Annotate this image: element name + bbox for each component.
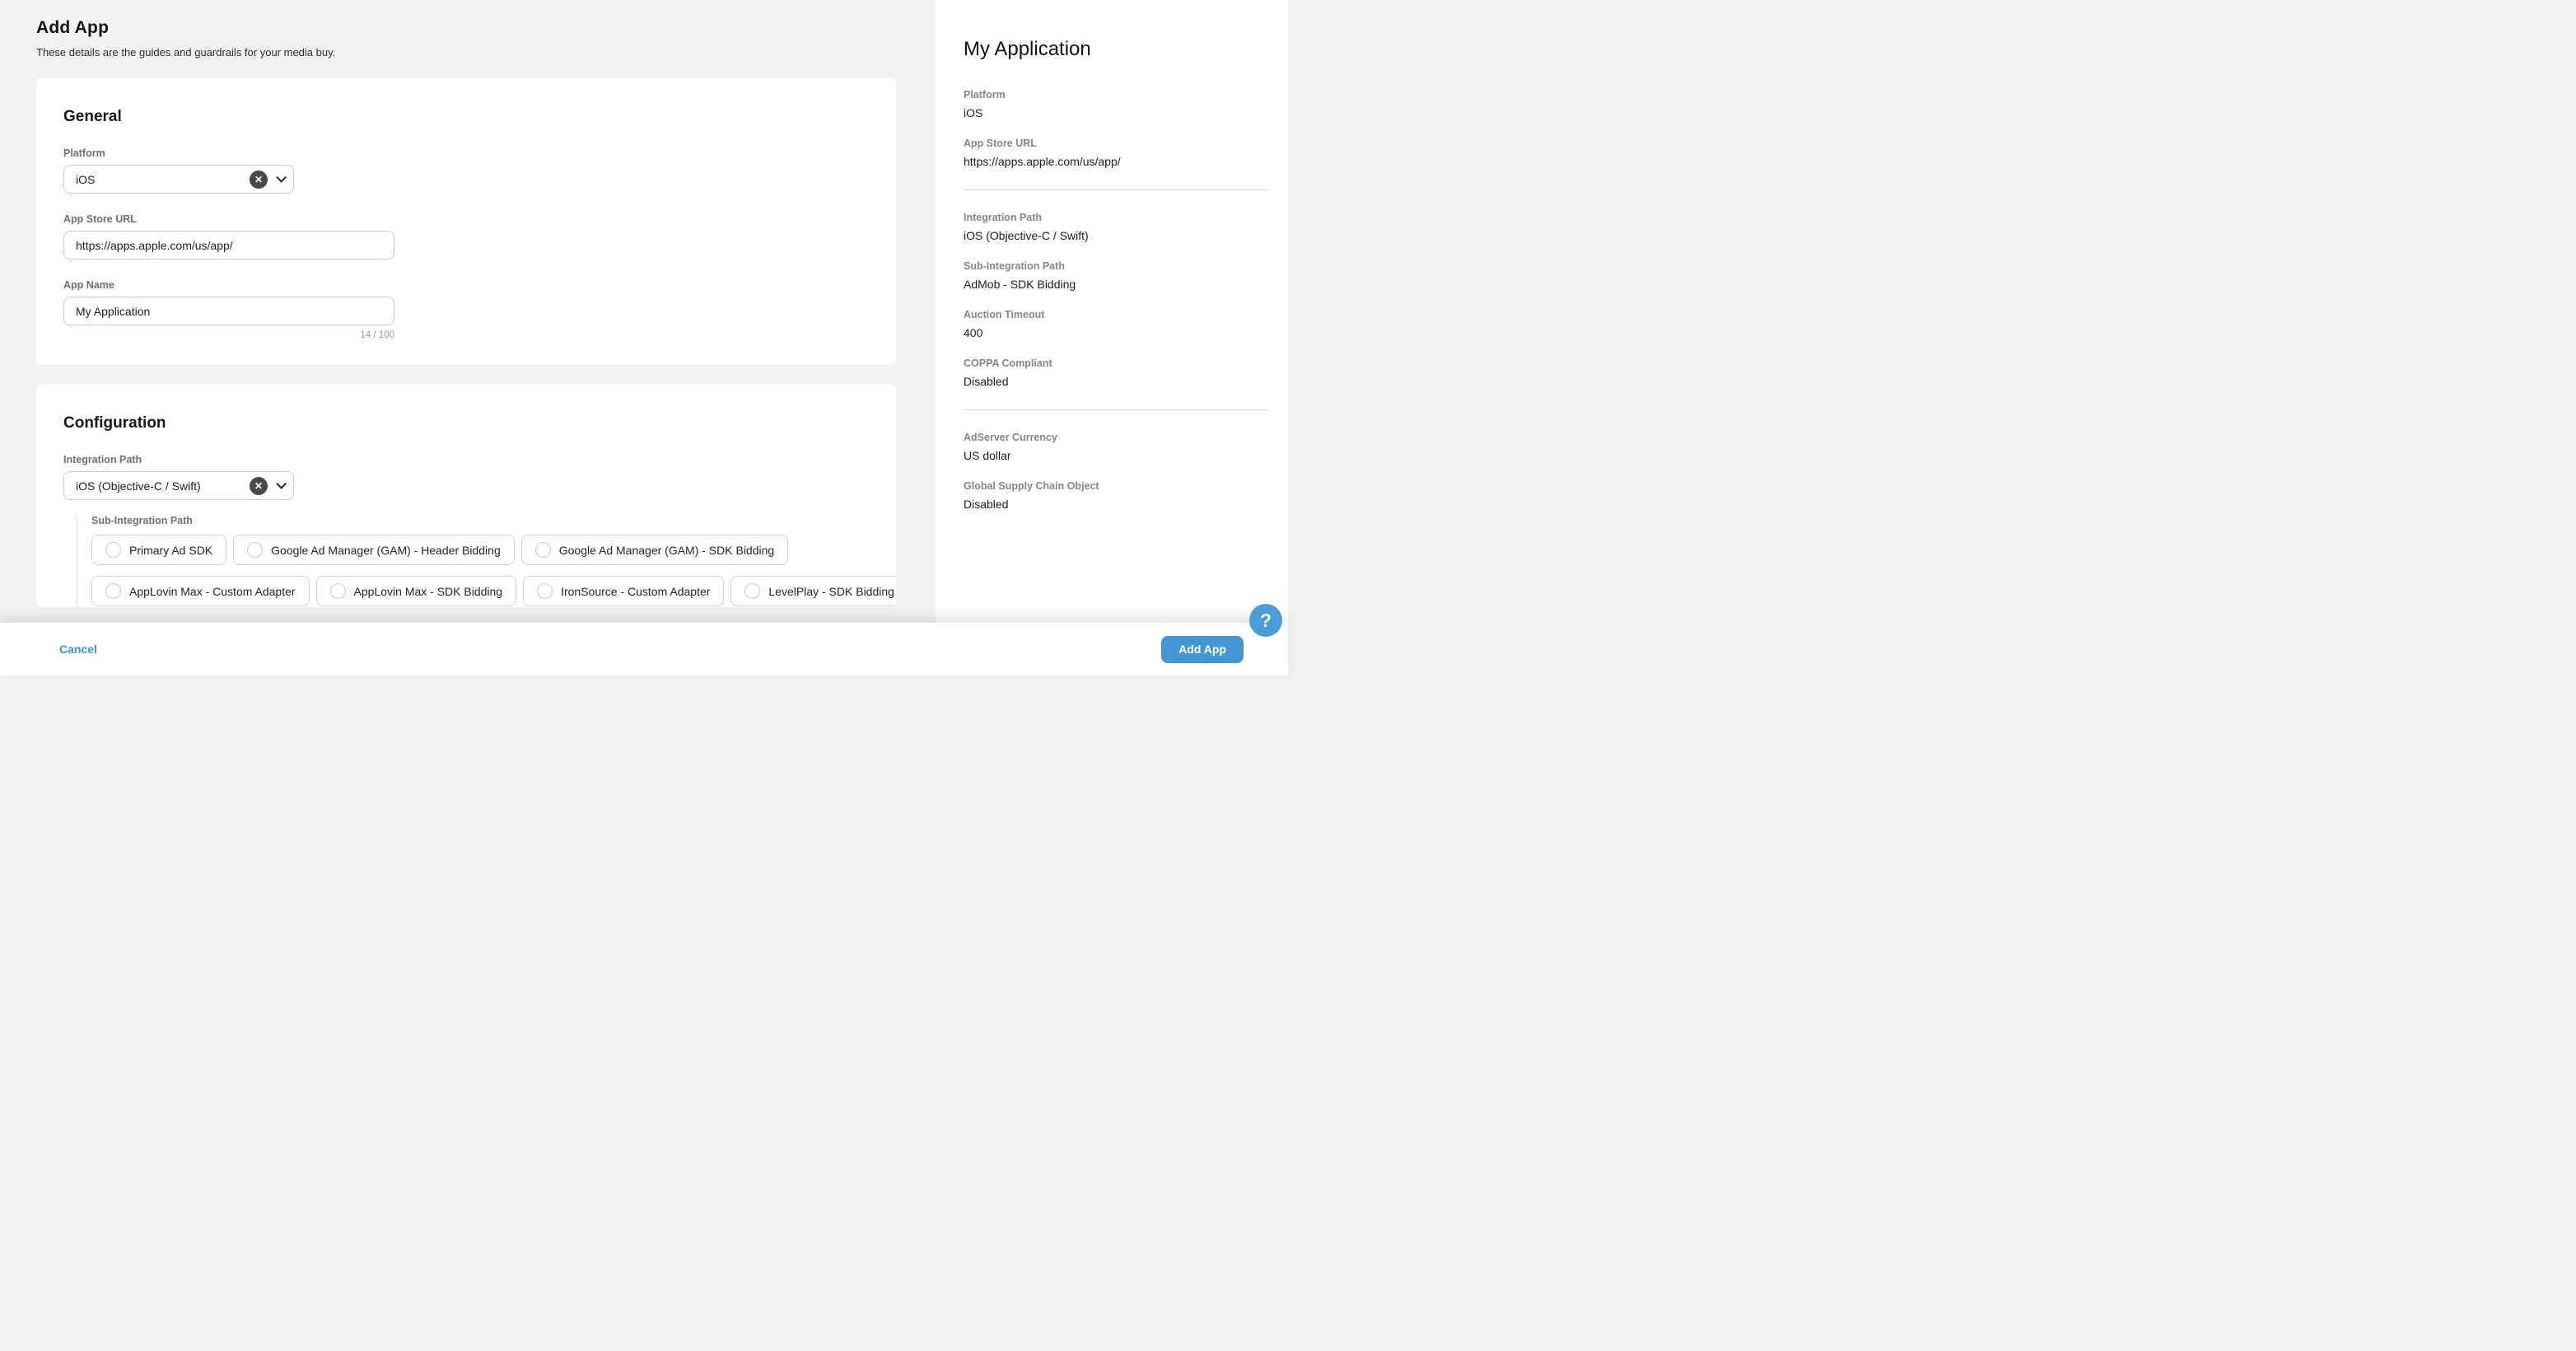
- platform-label: Platform: [63, 147, 869, 159]
- sub-integration-option[interactable]: AppLovin Max - SDK Bidding: [316, 576, 517, 606]
- app-name-field: App Name 14 / 100: [63, 279, 869, 340]
- radio-icon[interactable]: [105, 583, 121, 599]
- summary-item: Platform iOS: [964, 89, 1268, 119]
- cancel-button[interactable]: Cancel: [59, 643, 97, 656]
- chevron-down-icon: [276, 479, 287, 489]
- char-counter: 14 / 100: [63, 330, 394, 340]
- help-button[interactable]: ?: [1249, 604, 1282, 637]
- sub-integration-option[interactable]: IronSource - Custom Adapter: [523, 576, 724, 606]
- app-store-url-label: App Store URL: [63, 213, 869, 225]
- summary-item: Global Supply Chain Object Disabled: [964, 480, 1268, 511]
- app-name-input[interactable]: [63, 297, 394, 325]
- sub-integration-option-label: Google Ad Manager (GAM) - SDK Bidding: [559, 544, 774, 557]
- clear-icon[interactable]: ✕: [250, 477, 268, 495]
- integration-path-label: Integration Path: [63, 454, 869, 465]
- sub-integration-option[interactable]: Google Ad Manager (GAM) - SDK Bidding: [521, 535, 788, 565]
- summary-panel: My Application Platform iOS App Store URL h…: [936, 0, 1288, 676]
- app-name-label: App Name: [63, 279, 869, 291]
- general-card: General Platform iOS ✕ App Store URL App…: [36, 78, 896, 365]
- summary-item: Auction Timeout 400: [964, 309, 1268, 339]
- add-app-form-area: Add App These details are the guides and…: [0, 0, 936, 676]
- radio-icon[interactable]: [535, 542, 551, 558]
- summary-item-value: Disabled: [964, 375, 1268, 388]
- sub-integration-option-label: IronSource - Custom Adapter: [561, 585, 710, 598]
- summary-divider: [964, 189, 1268, 190]
- summary-item-value: US dollar: [964, 449, 1268, 462]
- app-store-url-input[interactable]: [63, 231, 394, 259]
- platform-select[interactable]: iOS ✕: [63, 165, 294, 194]
- sub-integration-row: AppLovin Max - Custom Adapter AppLovin Ma…: [91, 576, 869, 606]
- summary-item-label: Platform: [964, 89, 1268, 101]
- summary-item: COPPA Compliant Disabled: [964, 358, 1268, 388]
- sub-integration-option[interactable]: Primary Ad SDK: [91, 535, 226, 565]
- question-mark-icon: ?: [1260, 610, 1272, 632]
- sub-integration-options: Primary Ad SDK Google Ad Manager (GAM) - …: [91, 535, 869, 606]
- summary-item-value: AdMob - SDK Bidding: [964, 278, 1268, 291]
- radio-icon[interactable]: [105, 542, 121, 558]
- sub-integration-option-label: LevelPlay - SDK Bidding: [768, 585, 894, 598]
- configuration-heading: Configuration: [63, 414, 869, 432]
- sub-integration-option-label: Primary Ad SDK: [129, 544, 212, 557]
- radio-icon[interactable]: [744, 583, 760, 599]
- summary-item-label: App Store URL: [964, 138, 1268, 149]
- summary-title: My Application: [964, 38, 1268, 61]
- summary-section: Integration Path iOS (Objective-C / Swift…: [964, 212, 1268, 388]
- summary-item-label: Integration Path: [964, 212, 1268, 223]
- integration-path-field: Integration Path iOS (Objective-C / Swif…: [63, 454, 869, 500]
- configuration-card: Configuration Integration Path iOS (Obje…: [36, 385, 896, 607]
- platform-select-value: iOS: [76, 173, 250, 186]
- general-heading: General: [63, 108, 869, 126]
- sub-integration-option[interactable]: LevelPlay - SDK Bidding: [730, 576, 896, 606]
- summary-item: AdServer Currency US dollar: [964, 432, 1268, 462]
- summary-item-value: Disabled: [964, 498, 1268, 511]
- sub-integration-option-label: AppLovin Max - SDK Bidding: [354, 585, 503, 598]
- integration-path-select-value: iOS (Objective-C / Swift): [76, 479, 250, 493]
- clear-icon[interactable]: ✕: [250, 171, 268, 189]
- sub-integration-option-label: AppLovin Max - Custom Adapter: [129, 585, 296, 598]
- app-store-url-field: App Store URL: [63, 213, 869, 259]
- radio-icon[interactable]: [537, 583, 553, 599]
- platform-field: Platform iOS ✕: [63, 147, 869, 194]
- summary-item-value: iOS: [964, 106, 1268, 119]
- chevron-down-icon: [276, 172, 287, 183]
- summary-sections: Platform iOS App Store URL https://apps.app…: [964, 89, 1268, 511]
- summary-item-value: 400: [964, 326, 1268, 339]
- summary-section: AdServer Currency US dollar Global Supply …: [964, 432, 1268, 511]
- summary-item: Integration Path iOS (Objective-C / Swift…: [964, 212, 1268, 242]
- sub-integration-option[interactable]: AppLovin Max - Custom Adapter: [91, 576, 310, 606]
- summary-item: App Store URL https://apps.apple.com/us/a…: [964, 138, 1268, 168]
- sub-integration-row: Primary Ad SDK Google Ad Manager (GAM) - …: [91, 535, 869, 565]
- summary-item-label: COPPA Compliant: [964, 358, 1268, 369]
- bottom-action-bar: Cancel Add App: [0, 623, 1288, 676]
- summary-item-value: https://apps.apple.com/us/app/: [964, 155, 1268, 168]
- sub-integration-option-label: Google Ad Manager (GAM) - Header Bidding: [271, 544, 501, 557]
- radio-icon[interactable]: [330, 583, 346, 599]
- page-subtitle: These details are the guides and guardra…: [36, 46, 896, 58]
- summary-item: Sub-Integration Path AdMob - SDK Bidding: [964, 260, 1268, 291]
- summary-section: Platform iOS App Store URL https://apps.app…: [964, 89, 1268, 168]
- page-title: Add App: [36, 18, 896, 38]
- sub-integration-label: Sub-Integration Path: [91, 515, 869, 526]
- summary-item-label: Sub-Integration Path: [964, 260, 1268, 272]
- sub-integration-block: Sub-Integration Path Primary Ad SDK Googl…: [77, 515, 869, 606]
- add-app-button[interactable]: Add App: [1161, 636, 1244, 663]
- sub-integration-option[interactable]: Google Ad Manager (GAM) - Header Bidding: [233, 535, 515, 565]
- radio-icon[interactable]: [247, 542, 263, 558]
- summary-item-label: Auction Timeout: [964, 309, 1268, 320]
- integration-path-select[interactable]: iOS (Objective-C / Swift) ✕: [63, 471, 294, 500]
- summary-item-label: AdServer Currency: [964, 432, 1268, 443]
- summary-item-value: iOS (Objective-C / Swift): [964, 229, 1268, 242]
- summary-item-label: Global Supply Chain Object: [964, 480, 1268, 492]
- summary-divider: [964, 409, 1268, 410]
